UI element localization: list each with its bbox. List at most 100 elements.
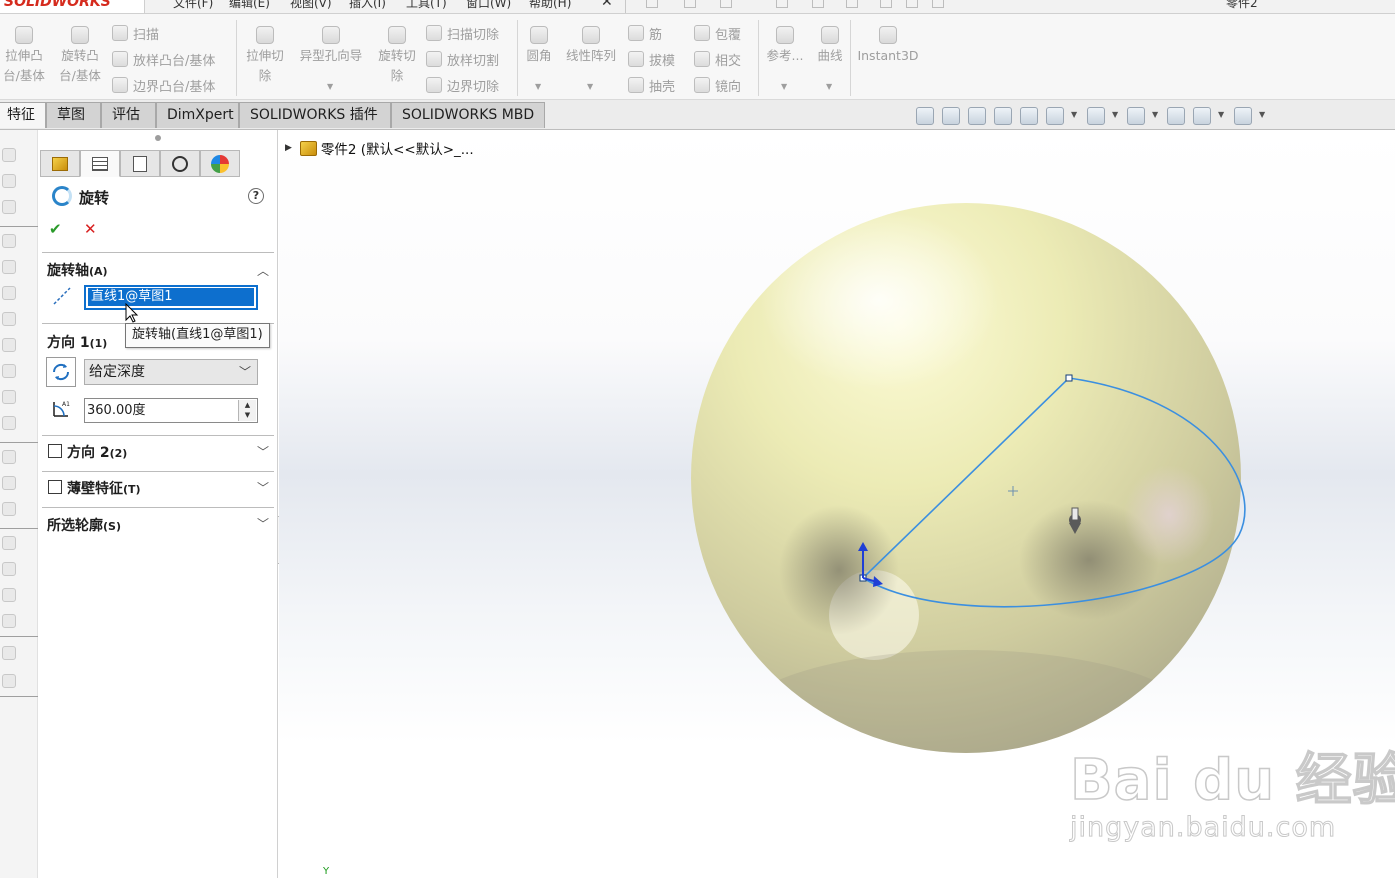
collapsed-tool-icon[interactable] — [2, 234, 16, 248]
collapsed-tool-icon[interactable] — [2, 174, 16, 188]
collapsed-tool-icon[interactable] — [2, 614, 16, 628]
end-condition-select[interactable]: 给定深度 ﹀ — [84, 359, 258, 385]
file-properties-icon[interactable] — [906, 0, 918, 8]
undo-icon[interactable] — [812, 0, 824, 8]
direction2-section-header[interactable]: 方向 2(2) — [67, 442, 127, 462]
collapsed-tool-icon[interactable] — [2, 148, 16, 162]
options-gear-icon[interactable] — [932, 0, 944, 8]
collapsed-tool-icon[interactable] — [2, 450, 16, 464]
collapsed-tool-icon[interactable] — [2, 364, 16, 378]
collapsed-tool-icon[interactable] — [2, 536, 16, 550]
rebuild-icon[interactable] — [880, 0, 892, 8]
revolve-boss-button[interactable]: 旋转凸 台/基体 — [56, 26, 104, 86]
collapsed-tool-icon[interactable] — [2, 646, 16, 660]
wrap-button[interactable]: 包覆 — [694, 22, 741, 44]
extrude-boss-button[interactable]: 拉伸凸 台/基体 — [1, 26, 47, 86]
tab-sketch[interactable]: 草图 — [46, 102, 101, 128]
view-settings-icon[interactable] — [1234, 107, 1252, 125]
menu-edit[interactable]: 编辑(E) — [229, 0, 270, 11]
zoom-to-fit-icon[interactable] — [916, 107, 934, 125]
selected-contours-section-header[interactable]: 所选轮廓(S) — [47, 515, 121, 535]
sweep-button[interactable]: 扫描 — [112, 22, 159, 44]
instant3d-button[interactable]: Instant3D — [855, 26, 921, 66]
chevron-down-icon[interactable]: ﹀ — [257, 479, 269, 496]
feature-tree-root[interactable]: ▶ 零件2 (默认<<默认>_... — [285, 138, 474, 158]
reference-geometry-button[interactable]: 参考... — [764, 26, 806, 66]
fillet-button[interactable]: 圆角 — [522, 26, 556, 66]
reference-dropdown-icon[interactable]: ▼ — [781, 82, 787, 91]
display-style-dropdown-icon[interactable]: ▼ — [1112, 110, 1118, 119]
swept-cut-button[interactable]: 扫描切除 — [426, 22, 499, 44]
hole-wizard-button[interactable]: 异型孔向导 — [294, 26, 368, 66]
hole-wizard-dropdown-icon[interactable]: ▼ — [327, 82, 333, 91]
help-icon[interactable]: ? — [248, 188, 264, 204]
close-menu-icon[interactable]: ✕ — [601, 0, 613, 10]
direction1-section-header[interactable]: 方向 1(1) — [47, 332, 107, 352]
boundary-boss-button[interactable]: 边界凸台/基体 — [112, 74, 215, 96]
loft-boss-button[interactable]: 放样凸台/基体 — [112, 48, 215, 70]
new-document-icon[interactable] — [646, 0, 658, 8]
menu-tools[interactable]: 工具(T) — [406, 0, 447, 11]
dynamic-annotation-icon[interactable] — [1020, 107, 1038, 125]
display-style-icon[interactable] — [1087, 107, 1105, 125]
chevron-down-icon[interactable]: ﹀ — [257, 515, 269, 532]
menu-window[interactable]: 窗口(W) — [466, 0, 511, 11]
draft-button[interactable]: 拔模 — [628, 48, 675, 70]
collapsed-tool-icon[interactable] — [2, 286, 16, 300]
property-manager-tab[interactable] — [80, 150, 120, 177]
apply-scene-dropdown-icon[interactable]: ▼ — [1218, 110, 1224, 119]
menu-view[interactable]: 视图(V) — [290, 0, 332, 11]
view-settings-dropdown-icon[interactable]: ▼ — [1259, 110, 1265, 119]
collapsed-tool-icon[interactable] — [2, 502, 16, 516]
section-view-icon[interactable] — [994, 107, 1012, 125]
configuration-manager-tab[interactable] — [120, 150, 160, 177]
angle-input[interactable]: 360.00度 ▲ ▼ — [84, 398, 258, 423]
solidworks-logo[interactable]: SOLIDWORKS — [0, 0, 145, 13]
feature-manager-tab[interactable] — [40, 150, 80, 177]
sphere-body[interactable] — [691, 203, 1241, 810]
ok-button[interactable]: ✔ — [49, 220, 62, 238]
tab-features[interactable]: 特征 — [0, 102, 46, 128]
chevron-up-icon[interactable]: ︿ — [257, 262, 269, 279]
lofted-cut-button[interactable]: 放样切割 — [426, 48, 499, 70]
curves-button[interactable]: 曲线 — [812, 26, 848, 66]
view-orientation-icon[interactable] — [1046, 107, 1064, 125]
menu-file[interactable]: 文件(F) — [173, 0, 213, 11]
collapsed-tool-icon[interactable] — [2, 588, 16, 602]
select-icon[interactable] — [846, 0, 858, 8]
collapsed-tool-icon[interactable] — [2, 312, 16, 326]
cancel-button[interactable]: ✕ — [84, 220, 97, 238]
linear-pattern-dropdown-icon[interactable]: ▼ — [587, 82, 593, 91]
tab-solidworks-addins[interactable]: SOLIDWORKS 插件 — [239, 102, 391, 128]
thin-feature-checkbox[interactable] — [48, 480, 62, 494]
revolve-axis-field[interactable]: 直线1@草图1 — [84, 285, 258, 310]
menu-help[interactable]: 帮助(H) — [529, 0, 571, 11]
hide-show-items-icon[interactable] — [1127, 107, 1145, 125]
previous-view-icon[interactable] — [968, 107, 986, 125]
revolve-cut-button[interactable]: 旋转切 除 — [374, 26, 420, 86]
hide-show-dropdown-icon[interactable]: ▼ — [1152, 110, 1158, 119]
mirror-button[interactable]: 镜向 — [694, 74, 741, 96]
shell-button[interactable]: 抽壳 — [628, 74, 675, 96]
thin-feature-section-header[interactable]: 薄壁特征(T) — [67, 478, 141, 498]
collapsed-tool-icon[interactable] — [2, 416, 16, 430]
reverse-direction-button[interactable] — [46, 357, 76, 387]
collapsed-tool-icon[interactable] — [2, 390, 16, 404]
angle-spinner[interactable]: ▲ ▼ — [238, 400, 256, 421]
zoom-to-area-icon[interactable] — [942, 107, 960, 125]
axis-section-header[interactable]: 旋转轴(A) — [47, 260, 108, 280]
tab-evaluate[interactable]: 评估 — [101, 102, 156, 128]
view-orientation-dropdown-icon[interactable]: ▼ — [1071, 110, 1077, 119]
dimxpert-manager-tab[interactable] — [160, 150, 200, 177]
fillet-dropdown-icon[interactable]: ▼ — [535, 82, 541, 91]
collapsed-tool-icon[interactable] — [2, 338, 16, 352]
intersect-button[interactable]: 相交 — [694, 48, 741, 70]
print-icon[interactable] — [776, 0, 788, 8]
save-icon[interactable] — [720, 0, 732, 8]
collapsed-tool-icon[interactable] — [2, 476, 16, 490]
display-manager-tab[interactable] — [200, 150, 240, 177]
panel-grip-handle[interactable] — [155, 135, 161, 141]
tab-solidworks-mbd[interactable]: SOLIDWORKS MBD — [391, 102, 545, 128]
curves-dropdown-icon[interactable]: ▼ — [826, 82, 832, 91]
collapsed-tool-icon[interactable] — [2, 200, 16, 214]
